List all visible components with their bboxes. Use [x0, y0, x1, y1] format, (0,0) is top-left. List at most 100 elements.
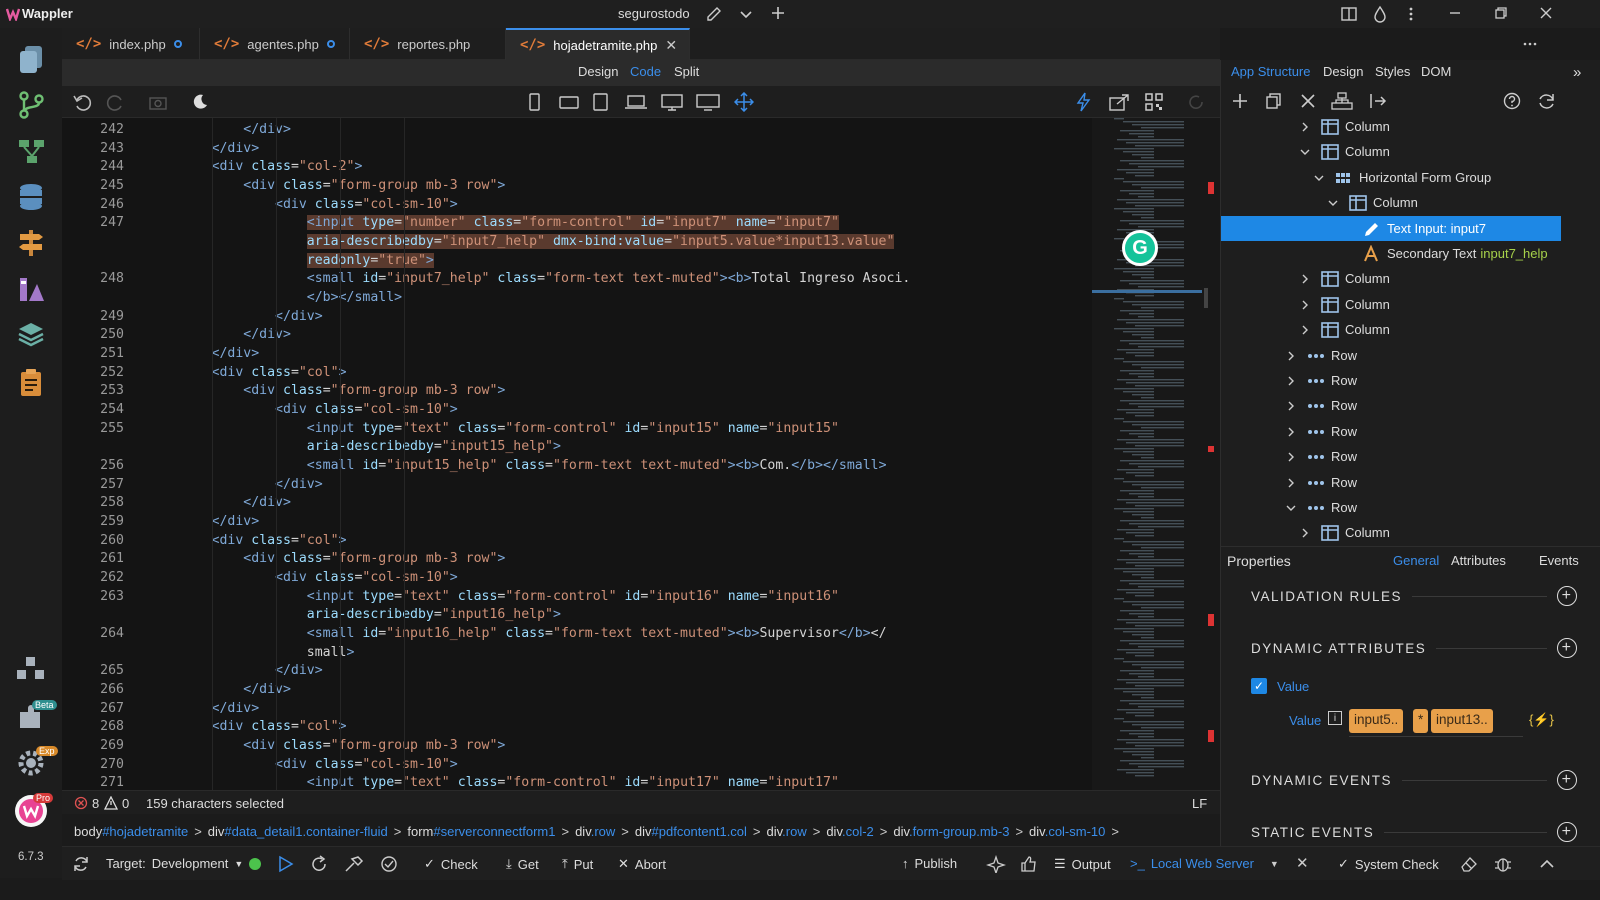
structure-wrap-icon[interactable] [1331, 92, 1353, 110]
chevron-down-icon[interactable] [1285, 502, 1297, 514]
assets-icon[interactable] [14, 272, 48, 306]
add-circle-icon[interactable]: + [1557, 770, 1577, 790]
tree-node[interactable]: Secondary Text input7_help [1221, 241, 1561, 266]
add-circle-icon[interactable]: + [1557, 586, 1577, 606]
tab-dom[interactable]: DOM [1421, 64, 1451, 79]
ai-sparkle-icon[interactable] [986, 855, 1006, 873]
code-line[interactable]: <small id="input15_help" class="form-tex… [148, 458, 887, 473]
tree-node[interactable]: Column [1221, 114, 1561, 139]
code-line[interactable]: small> [148, 645, 355, 660]
tab-app-structure[interactable]: App Structure [1231, 64, 1311, 79]
extensions-icon[interactable] [14, 654, 48, 688]
get-button[interactable]: ⤓ Get [506, 856, 539, 872]
chevron-right-icon[interactable] [1285, 350, 1297, 362]
chevron-right-icon[interactable] [1299, 273, 1311, 285]
chevron-right-icon[interactable] [1285, 451, 1297, 463]
device-desktop-icon[interactable] [660, 92, 684, 112]
validate-check-circle-icon[interactable] [380, 855, 398, 873]
tree-node[interactable]: Horizontal Form Group [1221, 165, 1561, 190]
database-icon[interactable] [14, 180, 48, 214]
open-browser-icon[interactable] [1108, 92, 1132, 112]
code-line[interactable]: aria-describedby="input7_help" dmx-bind:… [148, 234, 895, 250]
chevron-down-icon[interactable] [1299, 146, 1311, 158]
refresh-icon[interactable] [1537, 92, 1557, 110]
breadcrumb-item[interactable]: div#data_detail1.container-fluid [208, 824, 388, 839]
code-line[interactable]: <div class="form-group mb-3 row"> [148, 178, 505, 193]
device-wide-icon[interactable] [696, 92, 720, 112]
code-line[interactable]: <input type="text" class="form-control" … [148, 775, 839, 790]
code-line[interactable]: <div class="form-group mb-3 row"> [148, 383, 505, 398]
tab-styles[interactable]: Styles [1375, 64, 1410, 79]
static-events-section[interactable]: STATIC EVENTS + [1251, 822, 1577, 842]
code-line[interactable]: readonly="true"> [148, 252, 434, 268]
code-editor[interactable]: 242 </div> 243 </div> 244 <div class="col-… [62, 118, 1092, 790]
chevron-right-icon[interactable] [1299, 121, 1311, 133]
grammarly-icon[interactable]: G [1122, 230, 1158, 266]
chevron-right-icon[interactable] [1299, 527, 1311, 539]
target-selector[interactable]: Target: Development ▼ [106, 856, 262, 871]
sync-icon[interactable] [72, 855, 90, 873]
theme-drop-icon[interactable] [1372, 5, 1388, 23]
code-line[interactable]: <div class="col-sm-10"> [148, 402, 458, 417]
more-horizontal-icon[interactable] [1522, 36, 1538, 52]
git-icon[interactable] [14, 88, 48, 122]
code-line[interactable]: <div class="form-group mb-3 row"> [148, 551, 505, 566]
close-server-icon[interactable]: ✕ [1296, 854, 1309, 872]
help-icon[interactable] [1503, 92, 1521, 110]
code-line[interactable]: <input type="number" class="form-control… [148, 215, 839, 231]
tab-events[interactable]: Events [1539, 553, 1579, 568]
delete-x-icon[interactable] [1299, 92, 1317, 110]
undo-icon[interactable] [72, 92, 92, 112]
system-check-button[interactable]: ✓ System Check [1338, 856, 1439, 872]
warning-icon[interactable] [104, 796, 118, 810]
live-bolt-icon[interactable] [1074, 92, 1094, 112]
workflow-icon[interactable] [14, 134, 48, 168]
view-code[interactable]: Code [630, 64, 661, 79]
tab-general[interactable]: General [1393, 553, 1439, 568]
code-line[interactable]: <div class="col"> [148, 365, 347, 380]
code-line[interactable]: <div class="col"> [148, 719, 347, 734]
output-button[interactable]: ☰ Output [1054, 856, 1111, 872]
tree-node[interactable]: Row [1221, 393, 1561, 418]
code-line[interactable]: </div> [148, 682, 291, 697]
code-line[interactable]: <div class="col"> [148, 533, 347, 548]
breadcrumb-item[interactable]: body#hojadetramite [74, 824, 188, 839]
breadcrumb-item[interactable]: div.form-group.mb-3 [893, 824, 1009, 839]
chevron-down-icon[interactable] [738, 6, 754, 22]
reload-icon[interactable] [310, 855, 328, 873]
device-laptop-icon[interactable] [624, 92, 648, 112]
run-play-icon[interactable] [276, 855, 294, 873]
device-phone-icon[interactable] [524, 92, 544, 112]
chevron-right-icon[interactable] [1285, 375, 1297, 387]
camera-icon[interactable] [148, 92, 168, 112]
tree-node[interactable]: Row [1221, 444, 1561, 469]
line-ending[interactable]: LF [1192, 796, 1207, 811]
qr-code-icon[interactable] [1144, 92, 1164, 112]
error-icon[interactable] [74, 796, 88, 810]
device-tablet-icon[interactable] [590, 92, 610, 112]
chevron-right-icon[interactable] [1285, 400, 1297, 412]
add-icon[interactable] [1231, 92, 1249, 110]
code-line[interactable]: </div> [148, 477, 323, 492]
close-icon[interactable] [1538, 5, 1554, 21]
tab-index[interactable]: </> index.php [62, 28, 200, 60]
more-vertical-icon[interactable] [1404, 5, 1418, 23]
code-line[interactable]: </div> [148, 141, 260, 156]
debug-bug-icon[interactable] [1494, 855, 1512, 873]
view-split[interactable]: Split [674, 64, 699, 79]
tree-node[interactable]: Row [1221, 343, 1561, 368]
tree-node[interactable]: Column [1221, 266, 1561, 291]
tab-hojadetramite[interactable]: </> hojadetramite.php ✕ [506, 28, 690, 60]
chip-operator[interactable]: * [1413, 709, 1429, 733]
code-line[interactable]: </div> [148, 346, 260, 361]
files-icon[interactable] [14, 42, 48, 76]
routing-icon[interactable] [14, 226, 48, 260]
server-selector[interactable]: >_ Local Web Server ▼ [1130, 856, 1279, 871]
layout-toggle-icon[interactable] [1340, 5, 1358, 23]
code-line[interactable]: <div class="col-sm-10"> [148, 757, 458, 772]
chevron-right-icon[interactable] [1299, 299, 1311, 311]
chevron-up-icon[interactable] [1538, 855, 1556, 873]
edit-icon[interactable] [705, 5, 723, 23]
tree-node[interactable]: Text Input: input7 [1221, 215, 1561, 241]
chevron-down-icon[interactable] [1313, 172, 1325, 184]
